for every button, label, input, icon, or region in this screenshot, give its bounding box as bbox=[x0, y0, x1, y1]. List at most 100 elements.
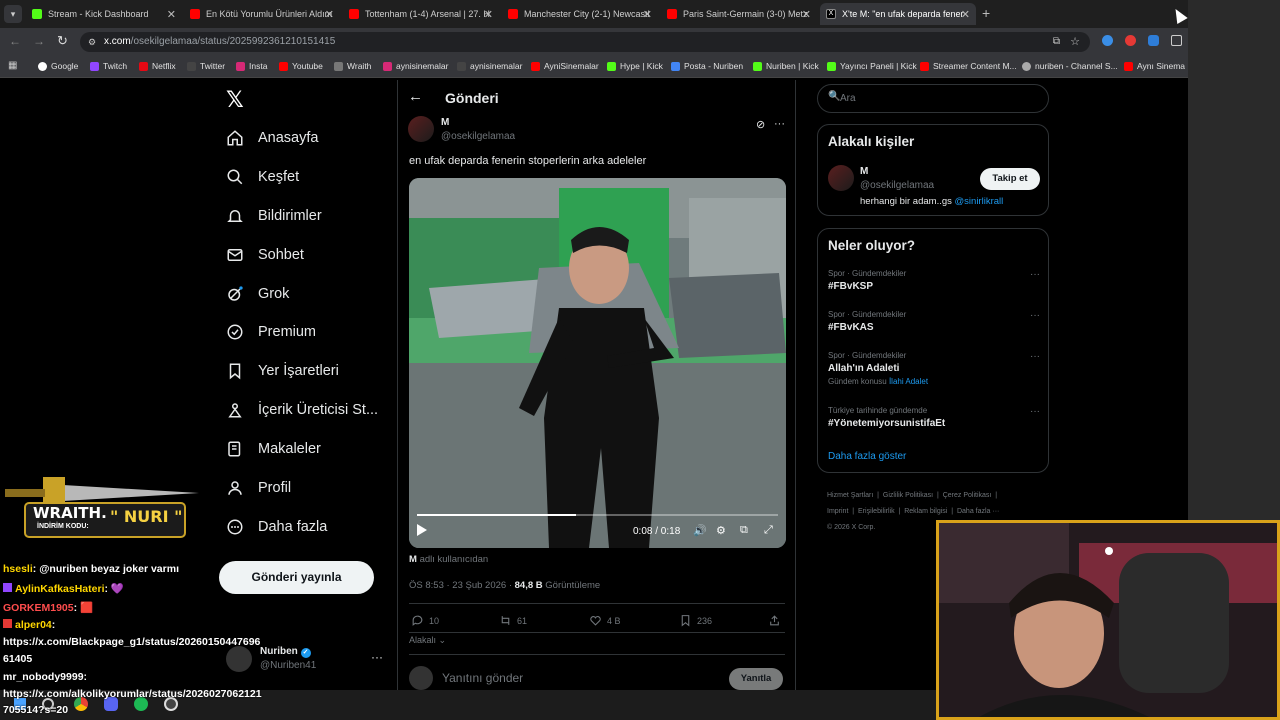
forward-icon[interactable]: → bbox=[33, 34, 45, 48]
bookmark-star-icon[interactable]: ☆ bbox=[1070, 32, 1080, 52]
bookmark-yayinci-paneli[interactable]: Yayıncı Paneli | Kick bbox=[827, 61, 917, 71]
volume-icon[interactable]: 🔊 bbox=[693, 524, 707, 537]
repost-action[interactable]: 61 bbox=[499, 614, 527, 627]
nav-home[interactable]: Anasayfa bbox=[226, 129, 318, 147]
install-app-icon[interactable]: ⧉ bbox=[1053, 32, 1060, 52]
close-tab-icon[interactable]: ✕ bbox=[961, 8, 970, 21]
author-name[interactable]: M bbox=[441, 117, 449, 128]
footer-link[interactable]: Hizmet Şartları bbox=[827, 492, 873, 499]
bookmark-nuriben-channel[interactable]: nuriben - Channel S... bbox=[1022, 61, 1118, 71]
more-dots-icon[interactable]: ··· bbox=[1030, 269, 1040, 280]
bookmark-hype-kick[interactable]: Hype | Kick bbox=[607, 61, 663, 71]
new-tab-button[interactable]: + bbox=[982, 5, 990, 21]
bookmark-twitter[interactable]: Twitter bbox=[187, 61, 225, 71]
tab-youtube-psg[interactable]: Paris Saint-Germain (3-0) Metz ✕ bbox=[661, 3, 817, 25]
nav-messages[interactable]: Sohbet bbox=[226, 246, 304, 264]
footer-link[interactable]: Çerez Politikası bbox=[943, 492, 992, 499]
video-player[interactable]: 0:08 / 0:18 🔊 ⚙ ⧉ ⤢ bbox=[409, 178, 786, 548]
extension-red-icon[interactable] bbox=[1125, 35, 1136, 46]
more-dots-icon[interactable]: ··· bbox=[774, 118, 785, 130]
nav-explore[interactable]: Keşfet bbox=[226, 168, 299, 186]
tab-youtube-tottenham[interactable]: Tottenham (1-4) Arsenal | 27. H ✕ bbox=[343, 3, 499, 25]
footer-link[interactable]: Gizlilik Politikası bbox=[883, 492, 933, 499]
person-name[interactable]: M bbox=[860, 166, 868, 177]
more-dots-icon[interactable]: ··· bbox=[371, 650, 383, 664]
extension-blue-icon[interactable] bbox=[1102, 35, 1113, 46]
bookmark-nuriben-kick[interactable]: Nuriben | Kick bbox=[753, 61, 819, 71]
attribution-user[interactable]: M bbox=[409, 554, 417, 565]
bookmark-streamer-content[interactable]: Streamer Content M... bbox=[920, 61, 1017, 71]
bookmark-aynisinemalar-2[interactable]: aynisinemalar bbox=[457, 61, 522, 71]
picture-in-picture-icon[interactable]: ⧉ bbox=[740, 524, 748, 537]
apps-grid-icon[interactable]: ▦ bbox=[8, 60, 17, 71]
more-dots-icon[interactable]: ··· bbox=[1030, 406, 1040, 417]
footer-link[interactable]: Imprint bbox=[827, 508, 848, 515]
video-progress-track[interactable] bbox=[417, 514, 778, 516]
tab-youtube-urunler[interactable]: En Kötü Yorumlu Ürünleri Aldım ✕ bbox=[184, 3, 340, 25]
nav-notifications[interactable]: Bildirimler bbox=[226, 207, 322, 225]
back-arrow-icon[interactable]: ← bbox=[408, 88, 423, 105]
extensions-puzzle-icon[interactable] bbox=[1171, 35, 1182, 46]
trend-item[interactable]: Spor · Gündemdekiler #FBvKSP ··· bbox=[828, 269, 1040, 292]
bookmark-youtube[interactable]: Youtube bbox=[279, 61, 323, 71]
fullscreen-icon[interactable]: ⤢ bbox=[764, 524, 773, 537]
close-tab-icon[interactable]: ✕ bbox=[643, 8, 652, 21]
bookmark-posta[interactable]: Posta - Nuriben bbox=[671, 61, 743, 71]
url-bar[interactable]: ⚙ x.com/osekilgelamaa/status/20259923612… bbox=[80, 32, 1090, 52]
bookmark-netflix[interactable]: Netflix bbox=[139, 61, 176, 71]
x-logo-icon[interactable]: 𝕏 bbox=[226, 88, 244, 113]
more-dots-icon[interactable]: ··· bbox=[1030, 351, 1040, 362]
close-tab-icon[interactable]: ✕ bbox=[802, 8, 811, 21]
post-button[interactable]: Gönderi yayınla bbox=[219, 561, 374, 594]
share-action[interactable] bbox=[768, 614, 786, 627]
grok-explain-icon[interactable]: ⊘ bbox=[756, 118, 765, 131]
reply-input[interactable]: Yanıtını gönder bbox=[442, 671, 523, 685]
nav-grok[interactable]: Grok bbox=[226, 285, 289, 303]
more-dots-icon[interactable]: ··· bbox=[1030, 310, 1040, 321]
close-tab-icon[interactable]: ✕ bbox=[167, 8, 176, 21]
nav-bookmarks[interactable]: Yer İşaretleri bbox=[226, 362, 339, 380]
bookmark-twitch[interactable]: Twitch bbox=[90, 61, 127, 71]
footer-link[interactable]: Daha fazla ··· bbox=[957, 508, 999, 515]
tweet-timestamp[interactable]: ÖS 8:53 · 23 Şub 2026 · bbox=[409, 580, 512, 591]
footer-link[interactable]: Erişilebilirlik bbox=[858, 508, 895, 515]
nav-profile[interactable]: Profil bbox=[226, 479, 291, 497]
nav-articles[interactable]: Makaleler bbox=[226, 440, 321, 458]
trend-item[interactable]: Spor · Gündemdekiler Allah'ın Adaleti Gü… bbox=[828, 351, 1040, 386]
bio-link[interactable]: @sinirlikrall bbox=[955, 196, 1004, 207]
account-switcher[interactable]: Nuriben ✓ @Nuriben41 ··· bbox=[226, 644, 384, 674]
trend-item[interactable]: Spor · Gündemdekiler #FBvKAS ··· bbox=[828, 310, 1040, 333]
bookmark-action[interactable]: 236 bbox=[679, 614, 712, 627]
person-handle[interactable]: @osekilgelamaa bbox=[860, 180, 934, 191]
nav-more[interactable]: Daha fazla bbox=[226, 518, 327, 536]
play-icon[interactable] bbox=[417, 524, 427, 536]
trend-extra-link[interactable]: İlahi Adalet bbox=[889, 377, 928, 386]
site-info-icon[interactable]: ⚙ bbox=[88, 32, 96, 52]
author-avatar[interactable] bbox=[408, 116, 434, 142]
reply-action[interactable]: 10 bbox=[411, 614, 439, 627]
reply-button[interactable]: Yanıtla bbox=[729, 668, 783, 690]
nav-premium[interactable]: Premium bbox=[226, 323, 316, 341]
bookmark-aynisinemalar-1[interactable]: aynisinemalar bbox=[383, 61, 448, 71]
person-avatar[interactable] bbox=[828, 165, 854, 191]
back-icon[interactable]: ← bbox=[9, 34, 21, 48]
footer-link[interactable]: Reklam bilgisi bbox=[904, 508, 947, 515]
tab-kick-dashboard[interactable]: Stream - Kick Dashboard ✕ bbox=[26, 3, 182, 25]
nav-creator-studio[interactable]: İçerik Üreticisi St... bbox=[226, 401, 378, 419]
trend-item[interactable]: Türkiye tarihinde gündemde #Yönetemiyors… bbox=[828, 406, 1040, 429]
sort-relevance-dropdown[interactable]: Alakalı ⌄ bbox=[409, 635, 446, 646]
follow-button[interactable]: Takip et bbox=[980, 168, 1040, 190]
close-tab-icon[interactable]: ✕ bbox=[484, 8, 493, 21]
close-tab-icon[interactable]: ✕ bbox=[325, 8, 334, 21]
reload-icon[interactable]: ↻ bbox=[57, 33, 68, 49]
bookmark-aynisinemalar-3[interactable]: AyniSinemalar bbox=[531, 61, 599, 71]
bookmark-ayni-sinema[interactable]: Aynı Sinema bbox=[1124, 61, 1185, 71]
tab-youtube-mancity[interactable]: Manchester City (2-1) Newcastl ✕ bbox=[502, 3, 658, 25]
extension-shield-icon[interactable] bbox=[1148, 35, 1159, 46]
author-handle[interactable]: @osekilgelamaa bbox=[441, 131, 515, 142]
settings-gear-icon[interactable]: ⚙ bbox=[716, 524, 726, 537]
tab-list-button[interactable]: ▾ bbox=[4, 5, 22, 23]
like-action[interactable]: 4 B bbox=[589, 614, 621, 627]
bookmark-insta[interactable]: Insta bbox=[236, 61, 267, 71]
bookmark-wraith[interactable]: Wraith bbox=[334, 61, 371, 71]
